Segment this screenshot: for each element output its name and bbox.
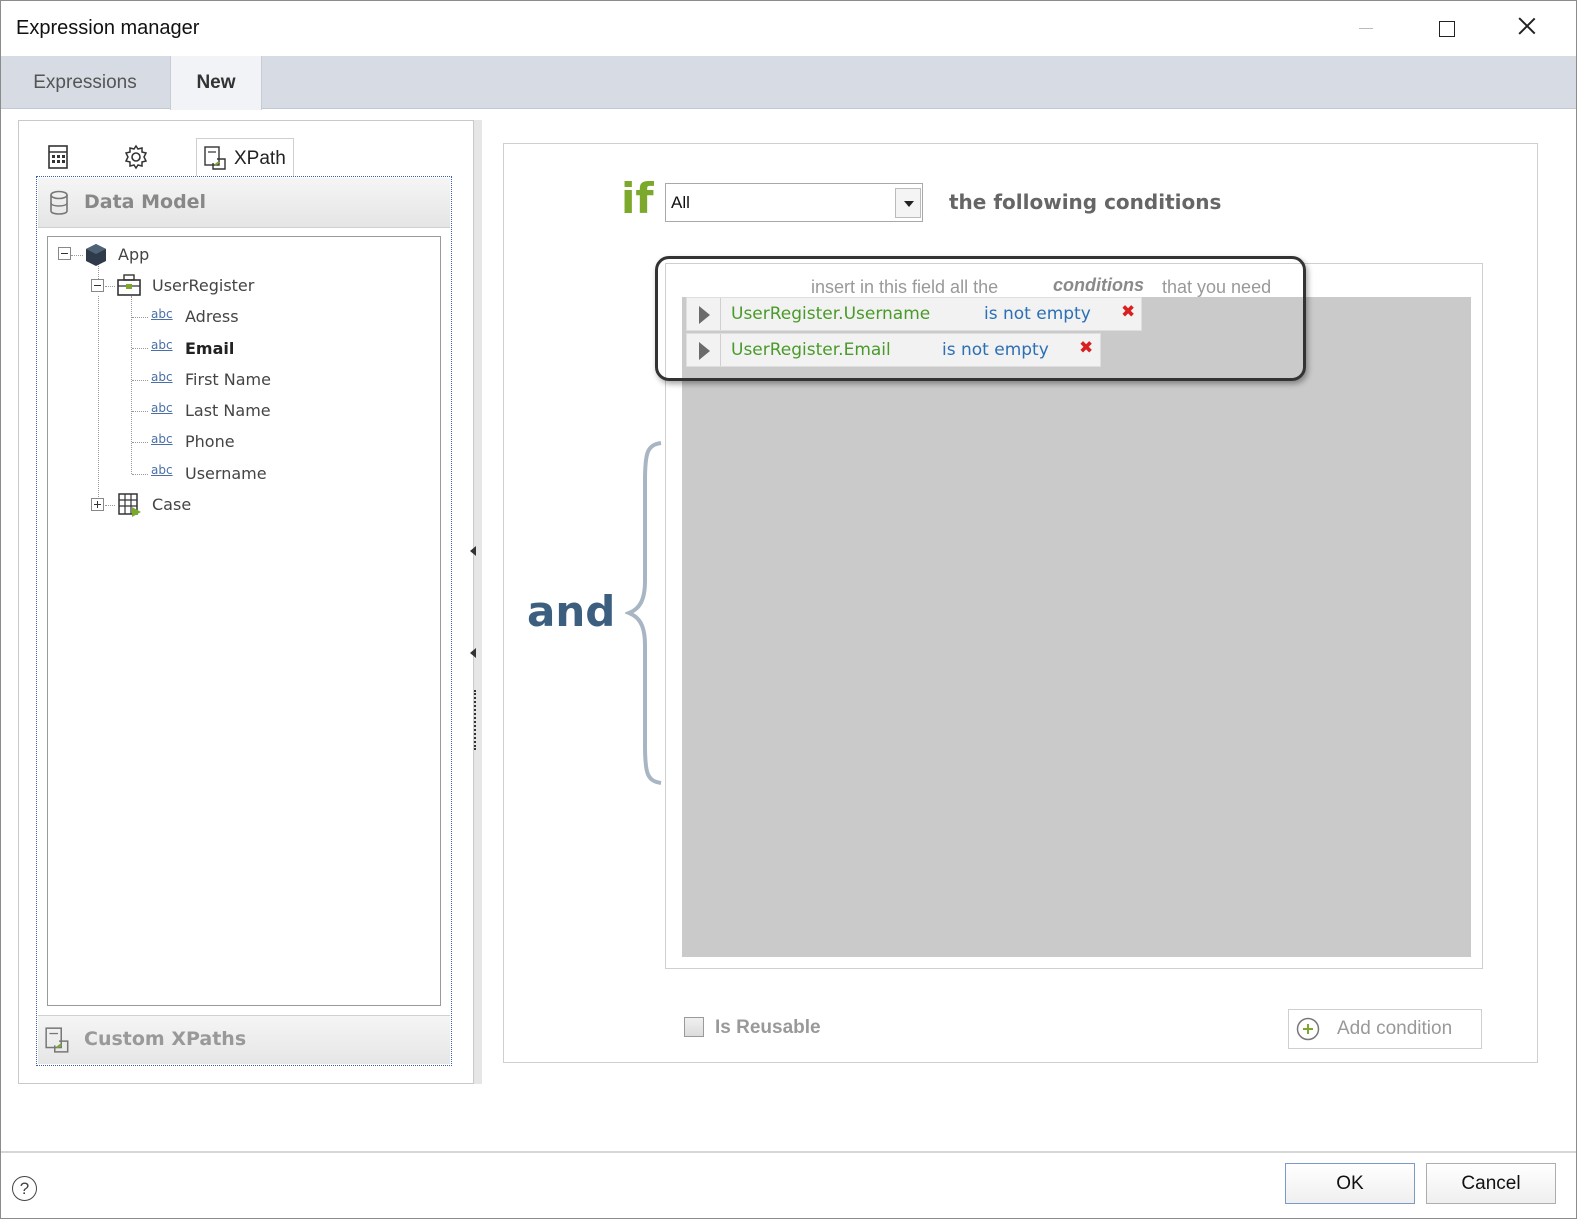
close-button[interactable]: [1487, 1, 1567, 56]
and-keyword: and: [527, 587, 616, 636]
conditions-highlight-callout: [655, 256, 1306, 381]
conditions-drop-zone[interactable]: [682, 297, 1471, 957]
ok-button[interactable]: OK: [1285, 1163, 1415, 1204]
tree-line: [105, 505, 115, 506]
string-type-icon: abc: [151, 463, 173, 477]
splitter-grip[interactable]: [474, 690, 477, 750]
tree-line: [131, 296, 132, 474]
tab-expressions[interactable]: Expressions: [1, 56, 169, 109]
chevron-down-icon[interactable]: [895, 188, 921, 218]
tree-node-attribute[interactable]: First Name: [185, 370, 271, 389]
tree-line: [98, 296, 99, 501]
add-circle-icon: [1296, 1017, 1320, 1041]
tree-node-attribute[interactable]: Last Name: [185, 401, 271, 420]
maximize-button[interactable]: [1406, 1, 1486, 56]
table-icon[interactable]: [45, 144, 71, 170]
window-title: Expression manager: [16, 17, 200, 39]
collapse-arrow-icon[interactable]: [470, 546, 476, 556]
minimize-button[interactable]: [1326, 1, 1406, 56]
cancel-button[interactable]: Cancel: [1426, 1163, 1556, 1204]
xpath-tab[interactable]: XPath: [196, 138, 294, 176]
tree-node-app[interactable]: App: [118, 245, 149, 264]
tab-bar: Expressions New: [1, 56, 1576, 110]
xpath-tab-label: XPath: [234, 148, 286, 169]
tree-line: [71, 255, 83, 256]
following-conditions-label: the following conditions: [949, 190, 1222, 214]
string-type-icon: abc: [151, 338, 173, 352]
help-icon[interactable]: ?: [12, 1176, 37, 1201]
title-bar: Expression manager: [1, 1, 1576, 56]
add-condition-button[interactable]: Add condition: [1288, 1009, 1482, 1049]
is-reusable-checkbox[interactable]: [684, 1017, 704, 1037]
string-type-icon: abc: [151, 370, 173, 384]
tab-new[interactable]: New: [170, 56, 262, 110]
panel-splitter[interactable]: [470, 120, 482, 1084]
tree-node-attribute[interactable]: Phone: [185, 432, 235, 451]
string-type-icon: abc: [151, 401, 173, 415]
if-keyword: if: [621, 174, 654, 223]
custom-xpath-icon: [45, 1027, 69, 1053]
custom-xpaths-header[interactable]: Custom XPaths: [38, 1015, 450, 1064]
expression-manager-window: Expression manager Expressions New XPath: [0, 0, 1577, 1219]
quantifier-value: All: [671, 193, 690, 212]
tree-line: [132, 317, 148, 318]
tree-node-case[interactable]: Case: [152, 495, 191, 514]
string-type-icon: abc: [151, 307, 173, 321]
case-icon: [118, 493, 141, 517]
tree-line: [105, 286, 115, 287]
tree-line: [132, 411, 148, 412]
xpath-icon: [204, 146, 226, 170]
data-model-header[interactable]: Data Model: [38, 178, 450, 228]
add-condition-label: Add condition: [1337, 1018, 1453, 1039]
tree-node-userregister[interactable]: UserRegister: [152, 276, 254, 295]
is-reusable-label: Is Reusable: [715, 1017, 821, 1038]
entity-icon: [117, 274, 141, 296]
tree-node-attribute-selected[interactable]: Email: [185, 339, 234, 358]
collapse-toggle[interactable]: [58, 247, 71, 260]
data-model-tree[interactable]: [47, 236, 441, 1006]
tree-node-attribute[interactable]: Adress: [185, 307, 239, 326]
tree-node-attribute[interactable]: Username: [185, 464, 267, 483]
tree-line: [132, 442, 148, 443]
footer-divider: [1, 1151, 1576, 1153]
collapse-toggle[interactable]: [91, 279, 104, 292]
tree-line: [132, 380, 148, 381]
tree-line: [132, 474, 148, 475]
data-model-label: Data Model: [84, 191, 207, 213]
app-cube-icon: [86, 244, 106, 266]
brace-icon: [625, 441, 662, 785]
string-type-icon: abc: [151, 432, 173, 446]
expand-toggle[interactable]: [91, 498, 104, 511]
custom-xpaths-label: Custom XPaths: [84, 1028, 247, 1050]
gear-icon[interactable]: [123, 144, 149, 170]
tree-line: [132, 348, 148, 349]
collapse-arrow-icon[interactable]: [470, 648, 476, 658]
quantifier-select[interactable]: All: [665, 183, 923, 222]
database-icon: [50, 190, 68, 215]
